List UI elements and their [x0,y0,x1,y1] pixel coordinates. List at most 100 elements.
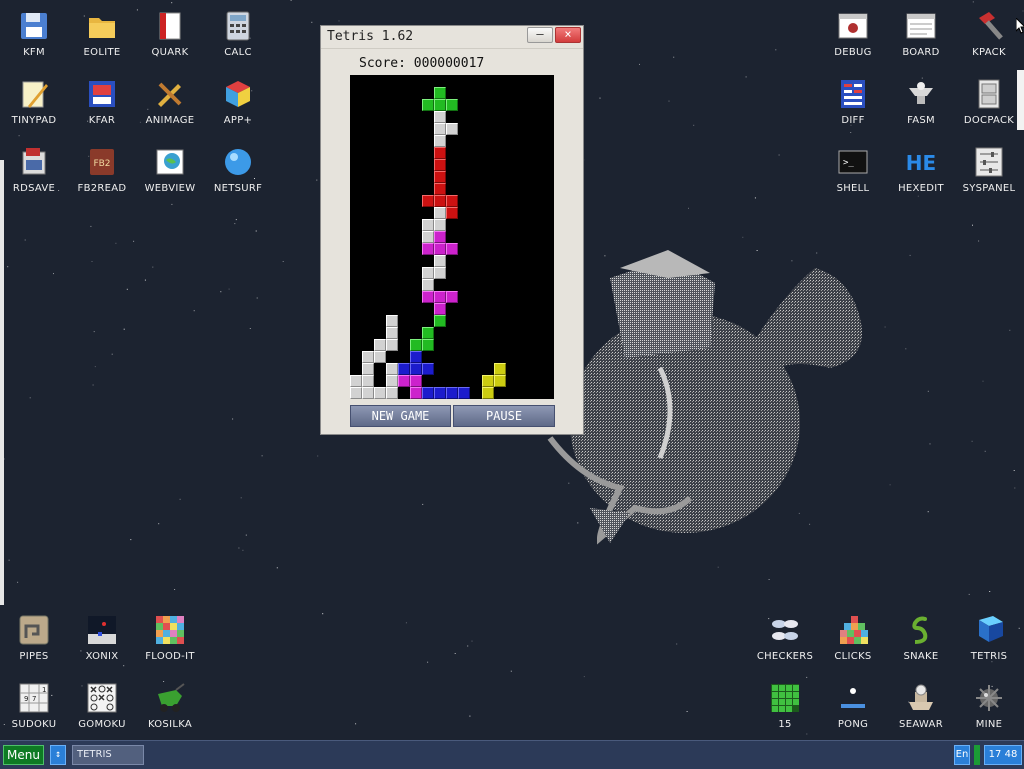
tetris-block [434,315,446,327]
tetris-block [434,195,446,207]
desktop-icon-kosilka[interactable]: KOSILKA [136,674,204,740]
tetris-block [410,387,422,399]
desktop-icon-fb2read[interactable]: FB2 FB2READ [68,138,136,204]
desktop-icon-hexedit[interactable]: HE HEXEDIT [887,138,955,204]
desktop-icon-seawar[interactable]: SEAWAR [887,674,955,740]
desktop-icon-shell[interactable]: >_ SHELL [819,138,887,204]
tetris-block [386,375,398,387]
desktop-icon-diff[interactable]: DIFF [819,70,887,136]
desktop-icon-xonix[interactable]: XONIX [68,606,136,672]
desktop-icon-flood-it[interactable]: FLOOD-IT [136,606,204,672]
desktop-icon-pong[interactable]: PONG [819,674,887,740]
tetris-board[interactable] [350,75,554,399]
tetris-block [422,231,434,243]
language-indicator[interactable]: En [954,745,970,765]
tetris-block [458,387,470,399]
desktop-icon-kfm[interactable]: KFM [0,2,68,68]
desktop-icon-debug[interactable]: DEBUG [819,2,887,68]
tetris-block [386,363,398,375]
desktop-icon-netsurf[interactable]: NETSURF [204,138,272,204]
tetris-block [422,279,434,291]
minimize-button[interactable]: – [527,27,553,43]
desktop-icon-snake[interactable]: SNAKE [887,606,955,672]
desktop-icon-label: MINE [975,719,1003,730]
cabinet-icon [973,78,1005,110]
tetris-block [434,123,446,135]
tetris-block [494,363,506,375]
desktop-icon-label: KFM [23,47,45,58]
tetris-block [422,291,434,303]
tetris-window[interactable]: Tetris 1.62 – × Score: 000000017 NEW GAM… [320,25,584,435]
tetris-block [434,99,446,111]
desktop-icon-syspanel[interactable]: SYSPANEL [955,138,1023,204]
pause-button[interactable]: PAUSE [453,405,555,427]
desktop-icon-kfar[interactable]: KFAR [68,70,136,136]
desktop-icon-label: APP+ [223,115,253,126]
folder-icon [86,10,118,42]
desktop-icon-animage[interactable]: ANIMAGE [136,70,204,136]
menu-button[interactable]: Menu [3,745,44,765]
tetris-block [422,195,434,207]
clicks-blocks-icon [837,614,869,646]
floppy-disk-icon [18,10,50,42]
tetris-block [398,363,410,375]
svg-text:7: 7 [32,695,36,703]
desktop-icon-webview[interactable]: WEBVIEW [136,138,204,204]
ram-disk-icon [18,146,50,178]
desktop-icon-label: KPACK [972,47,1006,58]
desktop-icon-quark[interactable]: QUARK [136,2,204,68]
tetris-block [350,375,362,387]
tetris-block [434,231,446,243]
desktop-icon-mine[interactable]: MINE [955,674,1023,740]
desktop-icon-label: CLICKS [834,651,872,662]
desktop-icon-label: SYSPANEL [962,183,1016,194]
tetris-block [434,255,446,267]
desktop-icon-clicks[interactable]: CLICKS [819,606,887,672]
desktop-icon-label: DIFF [841,115,865,126]
tetris-block [446,207,458,219]
taskbar-item-tetris[interactable]: TETRIS [72,745,144,765]
desktop-icon-15[interactable]: 15 [751,674,819,740]
fasm-anvil-icon [905,78,937,110]
desktop-icon-calc[interactable]: CALC [204,2,272,68]
desktop-icon-tinypad[interactable]: TINYPAD [0,70,68,136]
mouse-cursor-icon [1016,18,1024,34]
switch-windows-button[interactable]: ↕ [50,745,66,765]
desktop-icon-kpack[interactable]: KPACK [955,2,1023,68]
desktop-icon-gomoku[interactable]: GOMOKU [68,674,136,740]
score-display: Score: 000000017 [359,56,484,71]
desktop-icon-pipes[interactable]: PIPES [0,606,68,672]
close-button[interactable]: × [555,27,581,43]
desktop-icon-board[interactable]: BOARD [887,2,955,68]
desktop-icon-label: TINYPAD [11,115,57,126]
new-game-button[interactable]: NEW GAME [350,405,451,427]
desktop-icon-eolite[interactable]: EOLITE [68,2,136,68]
tetris-block [434,171,446,183]
desktop-icon-label: KOSILKA [147,719,193,730]
tetris-block [374,339,386,351]
desktop-icon-label: HEXEDIT [898,183,944,194]
desktop-icon-fasm[interactable]: FASM [887,70,955,136]
tetris-block [422,267,434,279]
tetris-block [446,195,458,207]
desktop-icon-checkers[interactable]: CHECKERS [751,606,819,672]
sliders-panel-icon [973,146,1005,178]
pong-paddle-icon [837,682,869,714]
svg-text:HE: HE [906,151,936,175]
window-titlebar[interactable]: Tetris 1.62 – × [321,26,583,49]
desktop-icon-docpack[interactable]: DOCPACK [955,70,1023,136]
desktop-icon-sudoku[interactable]: 9 7 1 SUDOKU [0,674,68,740]
tetris-block [434,303,446,315]
calculator-icon [222,10,254,42]
desktop-icon-label: RDSAVE [12,183,56,194]
tetris-block [362,363,374,375]
desktop-icon-tetris[interactable]: TETRIS [955,606,1023,672]
tetris-block [494,375,506,387]
desktop-icon-app-[interactable]: APP+ [204,70,272,136]
clock[interactable]: 17 48 [984,745,1022,765]
terminal-icon: >_ [837,146,869,178]
desktop-icon-label: FLOOD-IT [145,651,195,662]
tetris-block [446,123,458,135]
tetris-block [410,363,422,375]
desktop-icon-rdsave[interactable]: RDSAVE [0,138,68,204]
